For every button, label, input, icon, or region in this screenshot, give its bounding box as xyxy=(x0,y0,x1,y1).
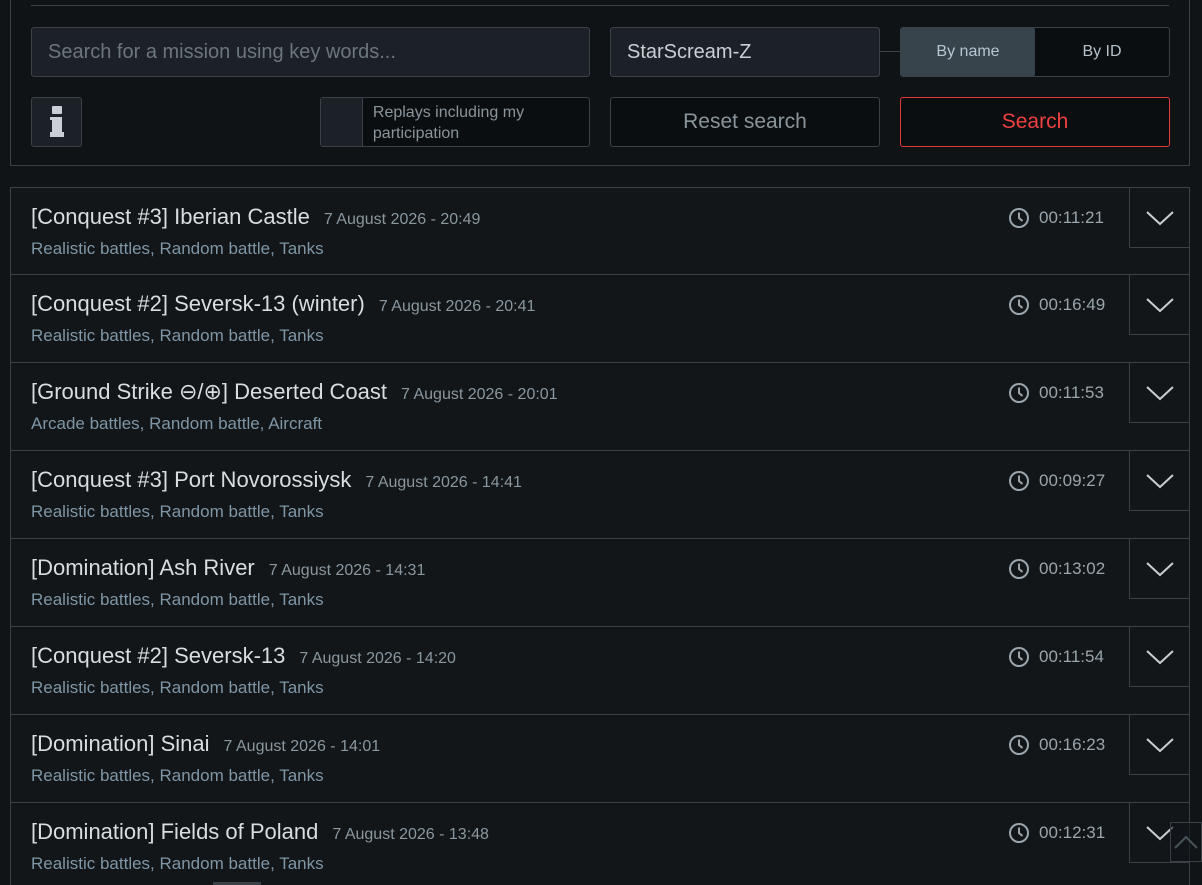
replay-row[interactable]: [Conquest #3] Port Novorossiysk 7 August … xyxy=(10,451,1190,539)
chevron-down-icon xyxy=(1145,385,1174,400)
replay-tags: Realistic battles, Random battle, Tanks xyxy=(31,502,324,521)
clock-icon xyxy=(1009,208,1029,228)
player-name-value: StarScream-Z xyxy=(627,40,752,63)
replay-title[interactable]: [Conquest #2] Seversk-13 (winter) xyxy=(31,291,365,316)
replay-duration: 00:13:02 xyxy=(1008,558,1105,580)
replay-title[interactable]: [Ground Strike ⊖/⊕] Deserted Coast xyxy=(31,379,387,404)
replay-title-line: [Domination] Fields of Poland 7 August 20… xyxy=(31,819,489,845)
participation-checkbox[interactable]: Replays including my participation xyxy=(320,97,590,147)
search-mode-toggle: By name By ID xyxy=(900,27,1170,77)
replay-row[interactable]: [Domination] Sinai 7 August 2026 - 14:01 … xyxy=(10,715,1190,803)
replay-date: 7 August 2026 - 14:01 xyxy=(223,738,381,755)
replay-date: 7 August 2026 - 20:49 xyxy=(323,211,481,228)
replay-row[interactable]: [Conquest #2] Seversk-13 7 August 2026 - … xyxy=(10,627,1190,715)
replay-title-line: [Conquest #3] Port Novorossiysk 7 August … xyxy=(31,467,522,493)
replay-title-line: [Conquest #2] Seversk-13 7 August 2026 - … xyxy=(31,643,456,669)
expand-button[interactable] xyxy=(1129,627,1189,687)
replay-tags: Realistic battles, Random battle, Tanks xyxy=(31,239,324,258)
panel-divider xyxy=(31,5,1169,6)
replay-title[interactable]: [Conquest #3] Port Novorossiysk xyxy=(31,467,351,492)
chevron-down-icon xyxy=(1145,649,1174,664)
replay-title[interactable]: [Domination] Ash River xyxy=(31,555,255,580)
replay-duration: 00:12:31 xyxy=(1008,822,1105,844)
replay-tags: Realistic battles, Random battle, Tanks xyxy=(31,766,324,785)
chevron-down-icon xyxy=(1145,737,1174,752)
replay-row[interactable]: [Conquest #3] Iberian Castle 7 August 202… xyxy=(10,187,1190,275)
clock-icon xyxy=(1009,383,1029,403)
clock-icon xyxy=(1009,559,1029,579)
expand-button[interactable] xyxy=(1129,451,1189,511)
clock-icon xyxy=(1009,647,1029,667)
replay-title[interactable]: [Conquest #2] Seversk-13 xyxy=(31,643,285,668)
chevron-down-icon xyxy=(1145,561,1174,576)
expand-button[interactable] xyxy=(1129,363,1189,423)
replay-tags: Realistic battles, Random battle, Tanks xyxy=(31,326,324,345)
chevron-down-icon xyxy=(1145,297,1174,312)
replay-row[interactable]: [Domination] Fields of Poland 7 August 20… xyxy=(10,803,1190,885)
replay-duration: 00:11:54 xyxy=(1008,646,1104,668)
replay-title-line: [Conquest #2] Seversk-13 (winter) 7 Augus… xyxy=(31,291,535,317)
search-panel: StarScream-Z By name By ID Replays inclu… xyxy=(10,0,1190,166)
expand-button[interactable] xyxy=(1129,275,1189,335)
scroll-to-top-button[interactable] xyxy=(1170,822,1202,862)
duration-value: 00:16:49 xyxy=(1039,295,1106,314)
search-button[interactable]: Search xyxy=(900,97,1170,147)
chevron-down-icon xyxy=(1145,210,1174,225)
by-id-toggle[interactable]: By ID xyxy=(1035,28,1169,76)
replay-title[interactable]: [Domination] Fields of Poland xyxy=(31,819,318,844)
chevron-down-icon xyxy=(1145,473,1174,488)
duration-value: 00:16:23 xyxy=(1039,735,1106,754)
replay-tags: Realistic battles, Random battle, Tanks xyxy=(31,678,324,697)
replay-date: 7 August 2026 - 14:41 xyxy=(365,474,522,491)
replay-date: 7 August 2026 - 20:01 xyxy=(401,386,558,403)
replay-row[interactable]: [Domination] Ash River 7 August 2026 - 14… xyxy=(10,539,1190,627)
by-name-toggle[interactable]: By name xyxy=(901,28,1035,76)
duration-value: 00:11:21 xyxy=(1039,208,1104,227)
expand-button[interactable] xyxy=(1129,715,1189,775)
chevron-up-icon xyxy=(1174,835,1198,849)
clock-icon xyxy=(1009,471,1029,491)
replay-duration: 00:16:49 xyxy=(1008,294,1105,316)
replay-title-line: [Domination] Sinai 7 August 2026 - 14:01 xyxy=(31,731,380,757)
player-name-field[interactable]: StarScream-Z xyxy=(610,27,880,77)
replay-duration: 00:16:23 xyxy=(1008,734,1105,756)
reset-search-button[interactable]: Reset search xyxy=(610,97,880,147)
expand-button[interactable] xyxy=(1129,188,1189,248)
replay-title-line: [Domination] Ash River 7 August 2026 - 14… xyxy=(31,555,425,581)
replay-row[interactable]: [Conquest #2] Seversk-13 (winter) 7 Augus… xyxy=(10,275,1190,363)
expand-button[interactable] xyxy=(1129,539,1189,599)
clock-icon xyxy=(1009,735,1029,755)
keyword-search-input[interactable] xyxy=(31,27,590,77)
replay-title-line: [Conquest #3] Iberian Castle 7 August 202… xyxy=(31,204,480,230)
info-icon xyxy=(49,106,64,137)
replay-date: 7 August 2026 - 14:20 xyxy=(299,650,456,667)
replay-duration: 00:11:21 xyxy=(1008,207,1104,229)
clock-icon xyxy=(1009,295,1029,315)
info-button[interactable] xyxy=(31,97,82,147)
participation-checkbox-box[interactable] xyxy=(321,98,363,146)
replay-duration: 00:11:53 xyxy=(1008,382,1104,404)
replay-row[interactable]: [Ground Strike ⊖/⊕] Deserted Coast 7 Augu… xyxy=(10,363,1190,451)
duration-value: 00:13:02 xyxy=(1039,559,1106,578)
replay-title[interactable]: [Conquest #3] Iberian Castle xyxy=(31,204,310,229)
replay-tags: Realistic battles, Random battle, Tanks xyxy=(31,854,324,873)
duration-value: 00:12:31 xyxy=(1039,823,1106,842)
replay-date: 7 August 2026 - 13:48 xyxy=(332,826,489,843)
replay-tags: Realistic battles, Random battle, Tanks xyxy=(31,590,324,609)
replay-date: 7 August 2026 - 20:41 xyxy=(378,298,536,315)
clock-icon xyxy=(1009,823,1029,843)
replay-title[interactable]: [Domination] Sinai xyxy=(31,731,210,756)
replay-title-line: [Ground Strike ⊖/⊕] Deserted Coast 7 Augu… xyxy=(31,379,558,405)
duration-value: 00:11:54 xyxy=(1039,647,1104,666)
replay-tags: Arcade battles, Random battle, Aircraft xyxy=(31,414,323,433)
replay-list: [Conquest #3] Iberian Castle 7 August 202… xyxy=(10,187,1190,885)
duration-value: 00:09:27 xyxy=(1039,471,1106,490)
participation-label: Replays including my participation xyxy=(372,104,525,142)
duration-value: 00:11:53 xyxy=(1039,383,1104,402)
replay-date: 7 August 2026 - 14:31 xyxy=(268,562,426,579)
replay-duration: 00:09:27 xyxy=(1008,470,1105,492)
field-connector xyxy=(880,51,900,52)
